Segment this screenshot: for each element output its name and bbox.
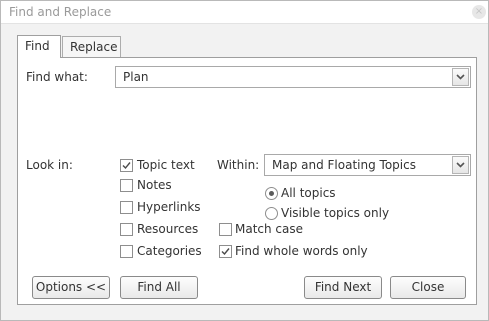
title-bar: Find and Replace × [1, 1, 488, 24]
within-combobox[interactable]: Map and Floating Topics [264, 154, 471, 176]
within-dropdown-button[interactable] [452, 156, 469, 174]
tab-replace[interactable]: Replace [62, 36, 121, 58]
close-button[interactable]: Close [390, 276, 466, 299]
tab-find[interactable]: Find [17, 35, 61, 58]
find-all-button[interactable]: Find All [120, 276, 198, 299]
match-case-checkbox[interactable] [219, 223, 232, 236]
check-icon [221, 248, 230, 256]
categories-label: Categories [137, 244, 202, 258]
whole-words-label: Find whole words only [235, 244, 368, 258]
options-button[interactable]: Options << [32, 276, 110, 299]
topic-text-checkbox[interactable] [120, 159, 133, 172]
find-what-dropdown-button[interactable] [452, 68, 469, 86]
hyperlinks-label: Hyperlinks [137, 200, 201, 214]
close-window-icon[interactable]: × [472, 5, 486, 19]
all-topics-radio[interactable] [265, 187, 278, 200]
resources-label: Resources [137, 222, 199, 236]
within-label: Within: [217, 158, 260, 172]
window-title: Find and Replace [9, 5, 112, 19]
resources-checkbox[interactable] [120, 223, 133, 236]
find-what-combobox[interactable]: Plan [115, 66, 471, 88]
topic-text-label: Topic text [137, 158, 195, 172]
check-icon [122, 162, 131, 170]
find-tab-panel: Find what: Plan Look in: Topic text Note… [17, 57, 477, 305]
notes-label: Notes [137, 178, 172, 192]
all-topics-label: All topics [281, 186, 336, 200]
categories-checkbox[interactable] [120, 245, 133, 258]
find-what-label: Find what: [26, 70, 88, 84]
notes-checkbox[interactable] [120, 179, 133, 192]
visible-topics-only-radio[interactable] [265, 207, 278, 220]
match-case-label: Match case [235, 222, 304, 236]
find-next-button[interactable]: Find Next [304, 276, 382, 299]
radio-selected-dot [269, 191, 274, 196]
find-what-value[interactable]: Plan [123, 70, 149, 84]
chevron-down-icon [456, 74, 465, 80]
chevron-down-icon [456, 162, 465, 168]
hyperlinks-checkbox[interactable] [120, 201, 133, 214]
find-replace-dialog: Find and Replace × Find Replace Find wha… [0, 0, 489, 321]
within-value[interactable]: Map and Floating Topics [272, 158, 416, 172]
whole-words-checkbox[interactable] [219, 245, 232, 258]
visible-topics-only-label: Visible topics only [281, 206, 390, 220]
look-in-label: Look in: [26, 158, 73, 172]
